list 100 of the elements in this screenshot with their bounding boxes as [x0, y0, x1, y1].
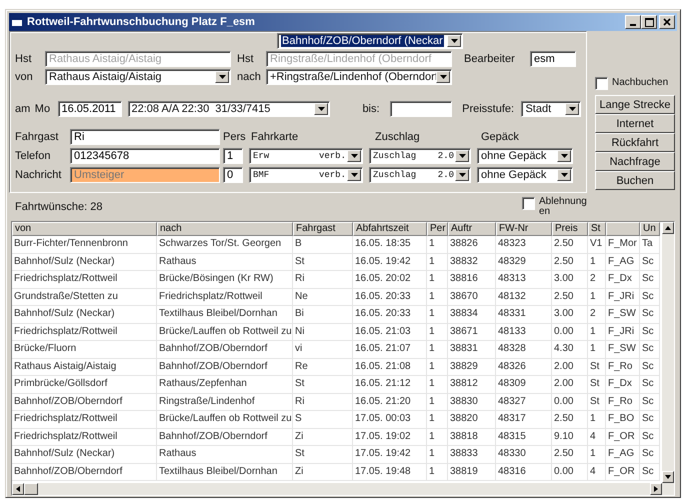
stop-dropdown[interactable]: +Ringstraße/Lindenhof (Oberndorf [266, 69, 452, 85]
action-button[interactable]: Nachfrage [595, 152, 675, 171]
table-cell: Sc [640, 306, 660, 324]
column-label: Fahrkarte [251, 131, 300, 143]
column-header[interactable]: Abfahrtszeit [353, 222, 427, 236]
column-label: Zuschlag [375, 131, 421, 143]
table-cell: Rathaus/Zepfenhan [157, 376, 293, 394]
caret-icon [347, 150, 361, 162]
checkbox[interactable] [595, 77, 608, 90]
column-header[interactable]: Auftr [448, 222, 496, 236]
date-field[interactable]: 16.05.2011 [58, 101, 122, 117]
column-header[interactable]: nach [157, 222, 293, 236]
caret-icon [557, 169, 571, 181]
table-cell: 48330 [496, 446, 552, 464]
table-cell: 1 [588, 446, 606, 464]
table-cell: F_Ro [606, 394, 640, 411]
column-label: Gepäck [481, 131, 520, 143]
table-cell: Bi [293, 306, 353, 324]
column-header[interactable]: Un [640, 222, 660, 236]
checkbox[interactable] [522, 197, 535, 210]
table-cell: Bahnhof/ZOB/Oberndorf [157, 358, 293, 376]
table-cell: 38830 [448, 394, 496, 411]
table-cell: Sc [640, 428, 660, 446]
action-button[interactable]: Internet [595, 114, 675, 133]
table-cell: 1 [427, 446, 448, 464]
table-cell: 16.05. 18:35 [353, 236, 427, 254]
table-cell: Ta [640, 236, 660, 254]
table-cell: 0.00 [552, 394, 588, 411]
table-cell: 38829 [448, 358, 496, 376]
table-cell: 16.05. 21:08 [353, 358, 427, 376]
persons-field[interactable]: 0 [223, 167, 243, 183]
caret-icon [314, 103, 328, 115]
scroll-left-button[interactable] [12, 483, 24, 495]
persons-field[interactable]: 1 [223, 148, 243, 164]
scroll-up-button[interactable] [662, 222, 674, 234]
table-cell: F_SW [606, 306, 640, 324]
column-header[interactable]: Preis [552, 222, 588, 236]
field-label: bis: [362, 103, 381, 115]
column-header[interactable]: Fahrgast [293, 222, 353, 236]
table-cell: Friedrichsplatz/Rottweil [12, 428, 157, 446]
table-cell: B [293, 236, 353, 254]
scroll-thumb[interactable] [24, 483, 38, 495]
field-label: am [15, 103, 32, 115]
table-cell: 2.50 [552, 236, 588, 254]
table-cell: Friedrichsplatz/Rottweil [12, 324, 157, 341]
message-field[interactable]: Umsteiger [70, 167, 220, 183]
arrow-icon [665, 225, 671, 231]
column-header[interactable]: von [12, 222, 157, 236]
table-cell: Bahnhof/ZOB/Oberndorf [12, 394, 157, 411]
table-cell: S [293, 411, 353, 428]
ticket-dropdown[interactable]: Erw verb. [249, 148, 363, 164]
caret-icon [447, 35, 461, 47]
scroll-right-button[interactable] [650, 483, 662, 495]
table-cell: Re [293, 358, 353, 376]
editor-field[interactable]: esm [530, 51, 576, 67]
table-cell: 38831 [448, 341, 496, 358]
minimize-button[interactable] [625, 15, 641, 29]
table-cell: Schwarzes Tor/St. Georgen [157, 236, 293, 254]
table-cell: 16.05. 19:42 [353, 254, 427, 271]
scroll-down-button[interactable] [662, 471, 674, 483]
table-cell: Bahnhof/Sulz (Neckar) [12, 306, 157, 324]
action-button[interactable]: Lange Strecke [595, 95, 675, 114]
luggage-dropdown[interactable]: ohne Gepäck [477, 148, 573, 164]
column-header[interactable]: St [588, 222, 606, 236]
stop-dropdown[interactable]: Rathaus Aistaig/Aistaig [45, 69, 231, 85]
stop-dropdown[interactable]: Bahnhof/ZOB/Oberndorf (Neckar [277, 33, 463, 49]
table-cell: Rathaus Aistaig/Aistaig [12, 358, 157, 376]
luggage-dropdown[interactable]: ohne Gepäck [477, 167, 573, 183]
table-cell: Ni [293, 324, 353, 341]
caret-icon [215, 71, 229, 83]
table-cell: Zi [293, 464, 353, 481]
table-cell: Bahnhof/ZOB/Oberndorf [12, 464, 157, 481]
table-cell: Sc [640, 271, 660, 288]
column-header[interactable]: FW-Nr [496, 222, 552, 236]
surcharge-dropdown[interactable]: Zuschlag 2.0 [369, 167, 471, 183]
table-cell: 1 [588, 254, 606, 271]
table-cell: 48133 [496, 324, 552, 341]
column-header[interactable] [606, 222, 640, 236]
maximize-button[interactable] [641, 15, 657, 29]
trip-dropdown[interactable]: 22:08 A/A 22:30 31/33/7415 [128, 101, 330, 117]
action-button[interactable]: Rückfahrt [595, 133, 675, 152]
action-button[interactable]: Buchen [595, 171, 675, 190]
close-button[interactable] [659, 15, 675, 29]
table-cell: 17.05. 19:48 [353, 464, 427, 481]
ticket-dropdown[interactable]: BMF verb. [249, 167, 363, 183]
caret-icon [565, 103, 580, 115]
table-cell: St [293, 376, 353, 394]
table-cell: F_SW [606, 341, 640, 358]
price-level-dropdown[interactable]: Stadt [521, 101, 582, 117]
table-cell: Sc [640, 288, 660, 306]
until-field[interactable] [390, 101, 452, 117]
table-cell: 3.00 [552, 306, 588, 324]
surcharge-dropdown[interactable]: Zuschlag 2.0 [369, 148, 471, 164]
field-label: nach [236, 71, 262, 83]
column-header[interactable]: Per [427, 222, 448, 236]
table-cell: Sc [640, 446, 660, 464]
text-field[interactable]: Ri [70, 129, 220, 145]
text-field[interactable]: 012345678 [70, 148, 220, 164]
table-cell: 16.05. 20:02 [353, 271, 427, 288]
table-cell: Rathaus [157, 446, 293, 464]
